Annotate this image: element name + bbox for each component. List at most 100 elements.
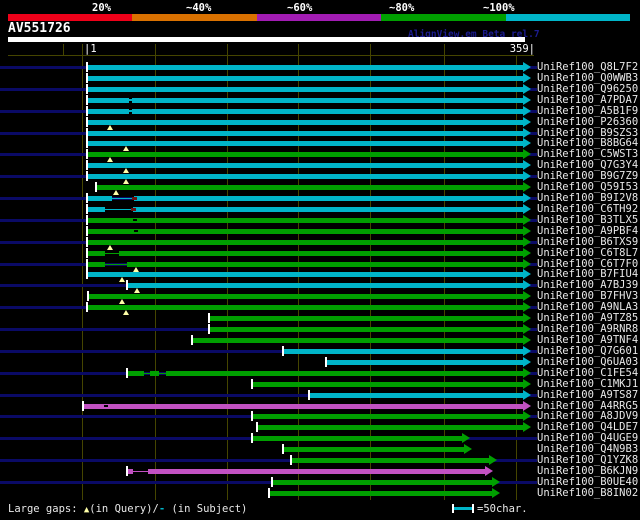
- alignment-bar-arrowhead[interactable]: [523, 83, 531, 94]
- alignment-bar-arrowhead[interactable]: [523, 247, 531, 258]
- alignment-bar-segment[interactable]: [88, 206, 105, 212]
- alignment-bar-segment[interactable]: [88, 228, 523, 234]
- ruler-end-label: 359|: [509, 43, 535, 55]
- subject-gap-marker: [104, 404, 108, 407]
- alignment-bar-arrowhead[interactable]: [523, 138, 531, 149]
- alignment-bar-arrowhead[interactable]: [523, 105, 531, 116]
- alignment-bar-arrowhead[interactable]: [523, 116, 531, 127]
- alignment-bar-arrowhead[interactable]: [485, 466, 493, 477]
- alignment-bar-arrowhead[interactable]: [523, 356, 531, 367]
- alignment-start-tick: [86, 247, 88, 258]
- alignment-bar-segment[interactable]: [88, 119, 523, 125]
- alignment-bar-arrowhead[interactable]: [523, 335, 531, 345]
- alignment-bar-segment[interactable]: [133, 206, 523, 212]
- alignment-bar-arrowhead[interactable]: [523, 400, 531, 411]
- alignment-bar-arrowhead[interactable]: [523, 258, 531, 269]
- alignment-bar-segment[interactable]: [88, 163, 523, 169]
- alignment-bar-arrowhead[interactable]: [523, 324, 531, 335]
- alignment-bar-segment[interactable]: [327, 359, 523, 365]
- alignment-bar-thin-segment[interactable]: [112, 198, 134, 200]
- alignment-bar-arrowhead[interactable]: [523, 411, 531, 422]
- alignment-start-tick: [86, 149, 88, 160]
- alignment-bar-segment[interactable]: [284, 348, 523, 354]
- alignment-bar-segment[interactable]: [88, 86, 523, 92]
- alignment-start-tick: [86, 258, 88, 269]
- alignment-bar-arrowhead[interactable]: [523, 171, 531, 182]
- alignment-bar-segment[interactable]: [97, 185, 523, 191]
- alignment-bar-segment[interactable]: [88, 130, 523, 136]
- alignment-bar-segment[interactable]: [88, 272, 523, 278]
- alignment-bar-arrowhead[interactable]: [489, 455, 497, 466]
- alignment-bar-arrowhead[interactable]: [523, 345, 531, 356]
- alignment-bar-segment[interactable]: [148, 469, 485, 475]
- alignment-bar-segment[interactable]: [88, 108, 523, 114]
- alignment-bar-thin-segment[interactable]: [105, 252, 119, 254]
- alignment-bar-segment[interactable]: [88, 217, 523, 223]
- alignment-bar-segment[interactable]: [88, 250, 105, 256]
- alignment-bar-segment[interactable]: [84, 403, 523, 409]
- alignment-bar-segment[interactable]: [273, 479, 492, 485]
- alignment-bar-arrowhead[interactable]: [523, 94, 531, 105]
- alignment-start-tick: [86, 302, 88, 313]
- alignment-bar-segment[interactable]: [88, 65, 523, 70]
- alignment-bar-arrowhead[interactable]: [523, 214, 531, 225]
- alignment-bar-segment[interactable]: [253, 414, 523, 420]
- alignment-bar-segment[interactable]: [88, 75, 523, 81]
- alignment-bar-segment[interactable]: [128, 283, 523, 289]
- alignment-bar-segment[interactable]: [253, 436, 462, 442]
- alignment-bar-arrowhead[interactable]: [523, 160, 531, 171]
- alignment-bar-segment[interactable]: [150, 370, 159, 376]
- alignment-bar-segment[interactable]: [270, 490, 492, 496]
- alignment-bar-segment[interactable]: [88, 261, 105, 267]
- alignment-bar-thin-segment[interactable]: [133, 471, 148, 473]
- alignment-bar-segment[interactable]: [88, 141, 523, 147]
- alignment-bar-arrowhead[interactable]: [523, 225, 531, 236]
- alignment-bar-segment[interactable]: [88, 196, 112, 202]
- alignment-bar-arrowhead[interactable]: [523, 302, 531, 313]
- alignment-bar-thin-segment[interactable]: [105, 263, 127, 265]
- alignment-bar-segment[interactable]: [88, 97, 523, 103]
- alignment-bar-arrowhead[interactable]: [492, 476, 500, 487]
- alignment-bar-segment[interactable]: [88, 174, 523, 180]
- alignment-bar-arrowhead[interactable]: [492, 487, 500, 498]
- alignment-bar-arrowhead[interactable]: [523, 367, 531, 378]
- alignment-bar-segment[interactable]: [127, 261, 523, 267]
- alignment-bar-segment[interactable]: [119, 250, 523, 256]
- alignment-bar-arrowhead[interactable]: [523, 182, 531, 193]
- hit-label[interactable]: UniRef100_B8IN02: [537, 487, 638, 499]
- alignment-bar-segment[interactable]: [89, 294, 523, 300]
- alignment-bar-arrowhead[interactable]: [523, 378, 531, 389]
- alignment-bar-segment[interactable]: [193, 338, 523, 343]
- alignment-bar-arrowhead[interactable]: [523, 280, 531, 291]
- alignment-bar-arrowhead[interactable]: [523, 203, 531, 214]
- alignment-bar-arrowhead[interactable]: [523, 72, 531, 83]
- alignment-bar-arrowhead[interactable]: [523, 291, 531, 302]
- alignment-bar-segment[interactable]: [210, 327, 523, 333]
- alignment-bar-arrowhead[interactable]: [523, 313, 531, 324]
- alignment-bar-arrowhead[interactable]: [523, 422, 531, 433]
- alignment-bar-segment[interactable]: [88, 239, 523, 245]
- alignment-bar-segment[interactable]: [128, 370, 144, 376]
- alignment-bar-arrowhead[interactable]: [523, 62, 531, 72]
- alignment-bar-segment[interactable]: [210, 316, 523, 322]
- alignment-bar-segment[interactable]: [284, 447, 464, 453]
- alignment-bar-segment[interactable]: [292, 458, 489, 464]
- alignment-bar-segment[interactable]: [253, 381, 523, 387]
- alignment-bar-segment[interactable]: [88, 305, 523, 311]
- alignment-bar-segment[interactable]: [134, 196, 523, 202]
- alignment-bar-arrowhead[interactable]: [523, 149, 531, 160]
- alignment-bar-arrowhead[interactable]: [523, 269, 531, 280]
- ruler-tick: [155, 44, 156, 55]
- alignment-bar-segment[interactable]: [310, 392, 523, 398]
- alignment-bar-arrowhead[interactable]: [462, 433, 470, 444]
- alignment-bar-arrowhead[interactable]: [523, 127, 531, 138]
- alignment-bar-arrowhead[interactable]: [523, 193, 531, 204]
- alignment-bar-segment[interactable]: [258, 425, 523, 431]
- alignment-bar-arrowhead[interactable]: [523, 236, 531, 247]
- alignment-bar-segment[interactable]: [166, 370, 523, 376]
- alignment-bar-arrowhead[interactable]: [523, 389, 531, 400]
- alignment-bar-thin-segment[interactable]: [105, 208, 133, 210]
- alignment-bar-arrowhead[interactable]: [464, 444, 472, 455]
- alignment-bar-segment[interactable]: [88, 152, 523, 158]
- alignment-bar-thin-segment[interactable]: [159, 372, 166, 374]
